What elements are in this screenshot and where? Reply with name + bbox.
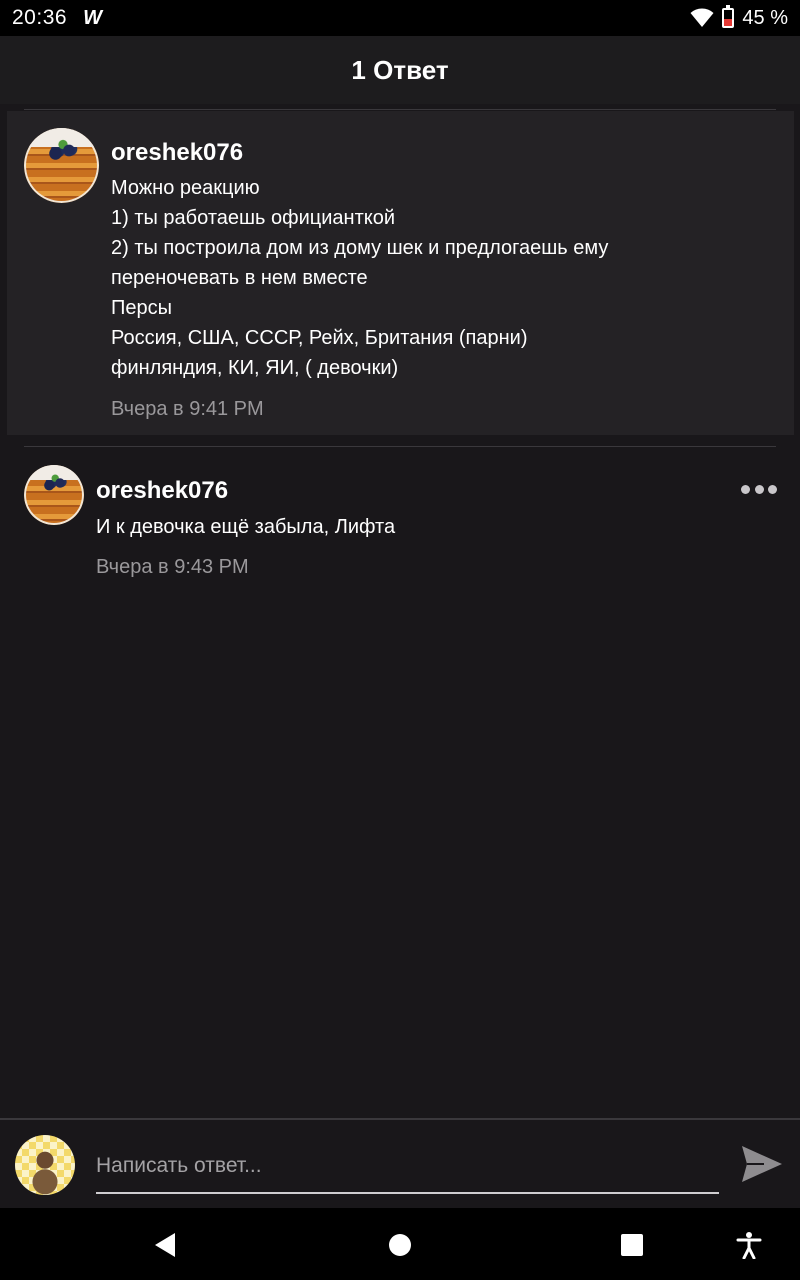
avatar[interactable]: [24, 465, 84, 525]
recents-icon[interactable]: [617, 1230, 647, 1260]
comment-line: И к девочка ещё забыла, Лифта: [96, 516, 396, 538]
parent-comment: oreshek076 Можно реакцию 1) ты работаешь…: [7, 111, 794, 435]
reply-input[interactable]: [96, 1140, 719, 1194]
comment-line: финляндия, КИ, ЯИ, ( девочки): [111, 357, 399, 379]
comment-timestamp: Вчера в 9:41 PM: [111, 398, 264, 420]
wifi-icon: [690, 8, 714, 27]
divider: [24, 446, 776, 447]
back-icon[interactable]: [150, 1230, 180, 1260]
page-title: 1 Ответ: [351, 54, 449, 85]
reply-bar: [0, 1118, 800, 1208]
comment-text: Можно реакцию 1) ты работаешь официантко…: [111, 173, 608, 383]
comment-username[interactable]: oreshek076: [96, 477, 228, 505]
comment-line: 2) ты построила дом из дому шек и предло…: [111, 237, 609, 259]
user-avatar: [15, 1135, 75, 1195]
home-icon[interactable]: [385, 1230, 415, 1260]
comment-line: Россия, США, СССР, Рейх, Британия (парни…: [111, 327, 528, 349]
wattpad-icon: W: [83, 6, 102, 29]
comment-timestamp: Вчера в 9:43 PM: [96, 556, 249, 578]
more-options-icon[interactable]: [741, 481, 777, 497]
send-icon[interactable]: [740, 1142, 784, 1186]
comment-line: Можно реакцию: [111, 177, 260, 199]
screen: 20:36 W 45 % 1 Ответ oreshek076 Можно ре…: [0, 0, 800, 1280]
status-time: 20:36: [12, 6, 68, 29]
avatar[interactable]: [24, 128, 99, 203]
battery-icon: [722, 5, 735, 28]
status-indicators: 45 %: [690, 5, 788, 30]
comment-text: И к девочка ещё забыла, Лифта: [96, 512, 395, 542]
comment-line: переночевать в нем вместе: [111, 267, 368, 289]
battery-percent: 45 %: [742, 6, 788, 29]
comment-line: 1) ты работаешь официанткой: [111, 207, 395, 229]
accessibility-icon[interactable]: [734, 1230, 764, 1260]
nav-bar: [0, 1208, 800, 1280]
comment-username[interactable]: oreshek076: [111, 139, 243, 167]
status-bar: 20:36 W 45 %: [0, 0, 800, 36]
divider: [24, 109, 776, 110]
header: 1 Ответ: [0, 36, 800, 104]
comment-line: Персы: [111, 297, 172, 319]
